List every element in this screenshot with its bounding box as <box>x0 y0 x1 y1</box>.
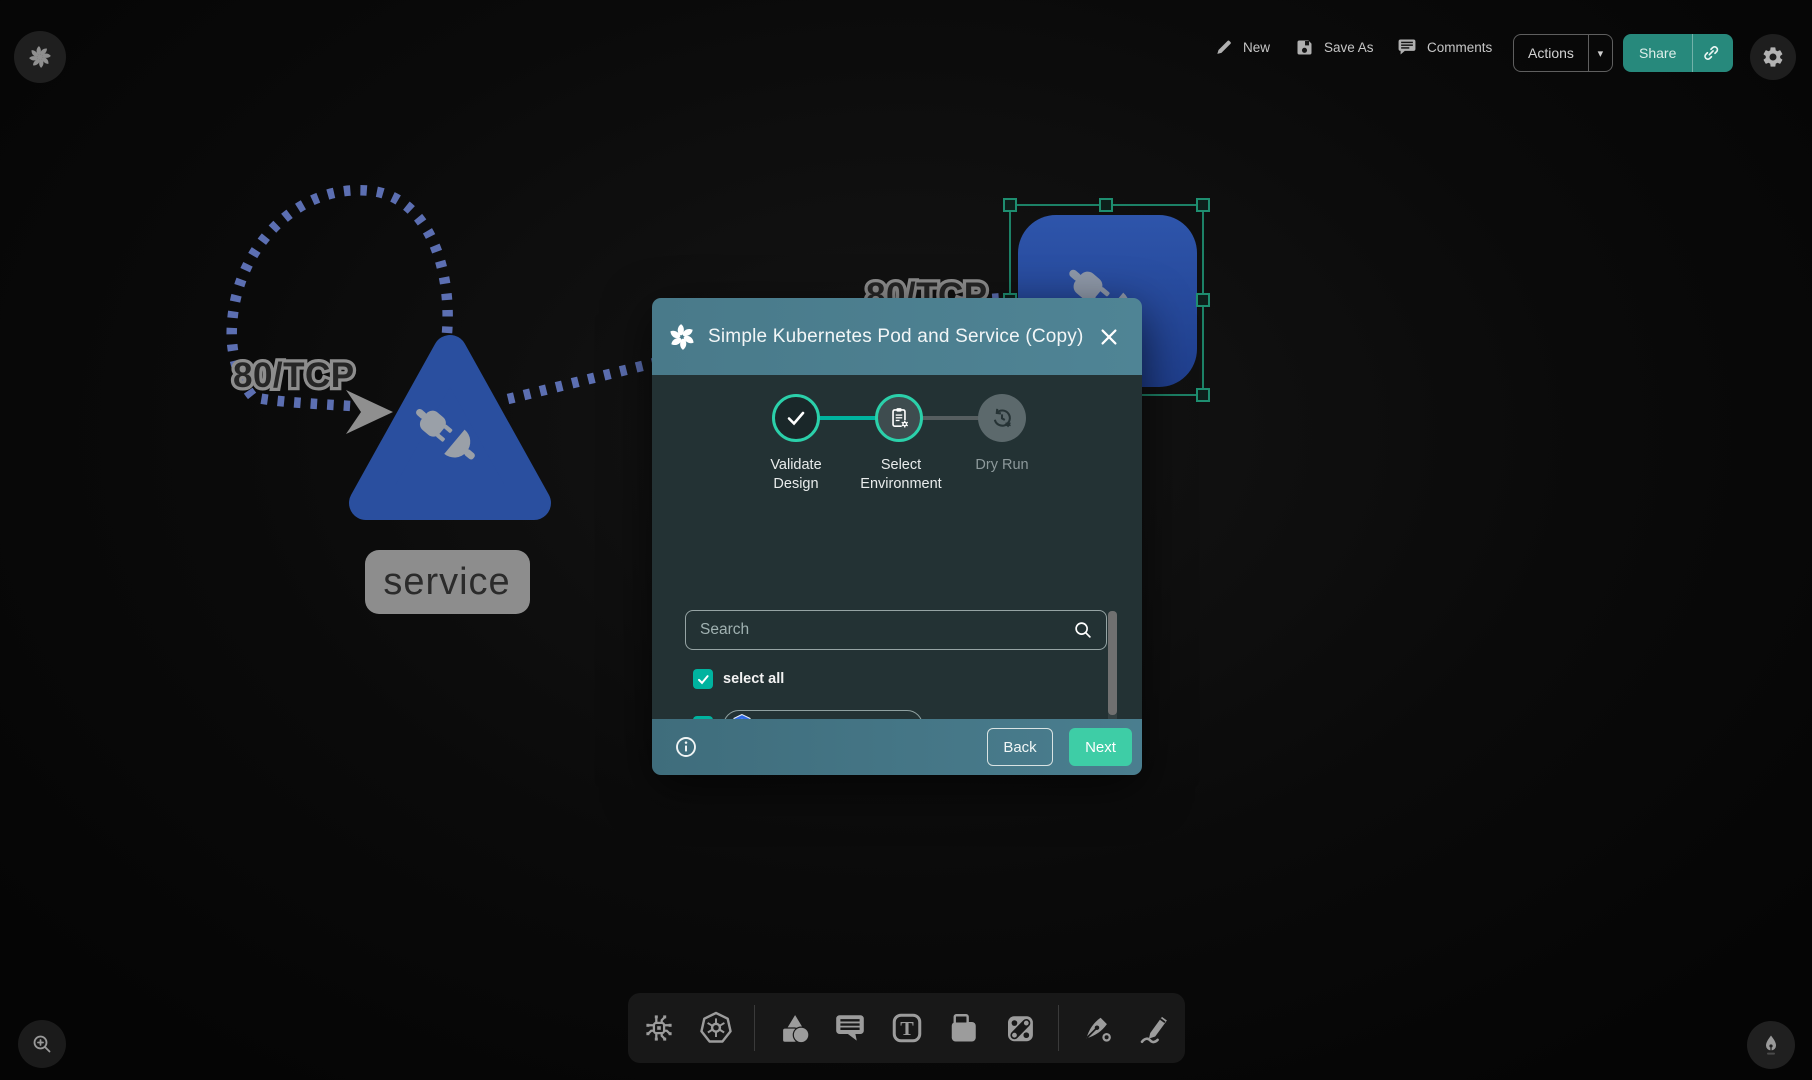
bezier-pen-icon <box>1079 1010 1115 1046</box>
modal-header: Simple Kubernetes Pod and Service (Copy) <box>652 298 1142 375</box>
step-label-dry-run: Dry Run <box>954 456 1050 475</box>
info-icon <box>674 735 698 759</box>
next-button[interactable]: Next <box>1069 728 1132 766</box>
stepper-connector-active <box>818 416 877 420</box>
step-label-validate-design: Validate Design <box>754 456 838 494</box>
image-icon <box>945 1010 981 1046</box>
modal-body: Validate Design Select Environment Dry R… <box>652 375 1142 719</box>
shapes-tool-button[interactable] <box>774 1009 812 1047</box>
zoom-button[interactable] <box>18 1020 66 1068</box>
dock-divider <box>754 1005 755 1051</box>
kubernetes-tool-button[interactable] <box>697 1009 735 1047</box>
meshery-logo-icon <box>668 323 696 351</box>
comment-tool-button[interactable] <box>831 1009 869 1047</box>
close-icon <box>1098 326 1120 348</box>
search-input[interactable] <box>686 621 1072 639</box>
svg-text:service: service <box>383 561 510 603</box>
tools-dock: T <box>628 993 1185 1063</box>
pen-nib-icon <box>1759 1033 1783 1057</box>
close-button[interactable] <box>1092 320 1126 354</box>
pencil-scribble-icon <box>1136 1010 1172 1046</box>
text-tool-button[interactable]: T <box>888 1009 926 1047</box>
select-all-checkbox[interactable] <box>693 669 713 689</box>
edge-label-80tcp: 80/TCP <box>233 356 355 395</box>
step-dry-run[interactable] <box>978 394 1026 442</box>
node-service-triangle[interactable] <box>366 352 534 503</box>
components-tool-button[interactable] <box>640 1009 678 1047</box>
comment-icon <box>832 1010 868 1046</box>
step-validate-design[interactable] <box>772 394 820 442</box>
clipboard-gear-icon <box>886 405 912 431</box>
svg-text:T: T <box>900 1018 914 1040</box>
zoom-in-icon <box>30 1032 54 1056</box>
freehand-draw-tool-button[interactable] <box>1135 1009 1173 1047</box>
image-tool-button[interactable] <box>944 1009 982 1047</box>
meshery-logo-icon <box>27 44 53 70</box>
back-button[interactable]: Back <box>987 728 1053 766</box>
check-icon <box>784 406 808 430</box>
dry-run-icon <box>989 405 1015 431</box>
circuit-icon <box>641 1010 677 1046</box>
meshery-menu-button[interactable] <box>14 31 66 83</box>
stepper-connector-inactive <box>921 416 980 420</box>
pen-mode-button[interactable] <box>1747 1021 1795 1069</box>
kubernetes-icon <box>698 1010 734 1046</box>
step-label-select-environment: Select Environment <box>853 456 949 494</box>
node-label-service: service <box>365 550 530 614</box>
environment-search <box>685 610 1107 650</box>
meshery-design-canvas[interactable]: 80/TCP service <box>0 0 1812 1080</box>
edge-arrowhead <box>346 390 393 434</box>
text-tool-icon: T <box>889 1010 925 1046</box>
search-icon[interactable] <box>1072 619 1094 641</box>
check-icon <box>696 672 711 687</box>
select-all-label: select all <box>723 671 784 687</box>
shapes-icon <box>775 1010 811 1046</box>
pen-tool-button[interactable] <box>1078 1009 1116 1047</box>
scrollbar-thumb[interactable] <box>1108 611 1117 715</box>
step-select-environment[interactable] <box>875 394 923 442</box>
modal-footer: Back Next <box>652 719 1142 775</box>
info-button[interactable] <box>674 735 698 759</box>
connect-nodes-tool-button[interactable] <box>1001 1009 1039 1047</box>
modal-title: Simple Kubernetes Pod and Service (Copy) <box>708 326 1092 348</box>
deploy-design-modal: Simple Kubernetes Pod and Service (Copy) <box>652 298 1142 775</box>
dock-divider <box>1058 1005 1059 1051</box>
link-nodes-icon <box>1002 1010 1038 1046</box>
